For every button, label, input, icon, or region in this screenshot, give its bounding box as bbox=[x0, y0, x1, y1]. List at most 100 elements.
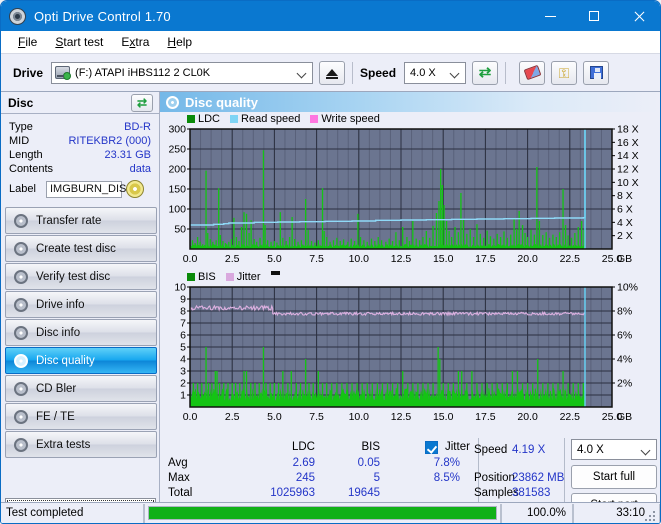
disc-icon bbox=[14, 381, 28, 396]
menu-file[interactable]: File bbox=[9, 33, 46, 51]
close-icon bbox=[633, 11, 644, 22]
disc-info-row-contents: Contents data bbox=[9, 162, 151, 176]
svg-text:0.0: 0.0 bbox=[183, 411, 198, 423]
svg-text:7.5: 7.5 bbox=[309, 411, 324, 423]
speed-select[interactable]: 4.0 X bbox=[404, 61, 467, 84]
svg-text:10: 10 bbox=[174, 283, 186, 294]
drive-select[interactable]: (F:) ATAPI iHBS112 2 CL0K bbox=[51, 61, 314, 84]
stats-row-label-total: Total bbox=[168, 487, 193, 499]
sidebar-item-fe-te[interactable]: FE / TE bbox=[5, 403, 157, 430]
disc-quality-icon bbox=[166, 95, 179, 109]
eject-button[interactable] bbox=[319, 60, 346, 85]
stats-row-label-max: Max bbox=[168, 472, 190, 484]
sidebar-item-create-test-disc[interactable]: Create test disc bbox=[5, 235, 157, 262]
save-button[interactable] bbox=[583, 60, 610, 85]
svg-text:9: 9 bbox=[180, 294, 186, 306]
progress-fill bbox=[149, 507, 496, 519]
disc-section-header: Disc ⇄ bbox=[1, 92, 159, 114]
disc-icon bbox=[14, 325, 28, 340]
speed-label: Speed bbox=[360, 65, 397, 80]
chart-disc-quality-ldc: 50 100 150 200 250 300 2 X4 X6 X 8 X10 X12 X 14 … bbox=[168, 125, 639, 265]
disc-label-key: Label bbox=[9, 183, 36, 195]
content-panel: Disc quality LDC Read speed Write speed … bbox=[159, 92, 660, 523]
position-value: 23862 MB bbox=[512, 472, 565, 484]
disc-icon bbox=[14, 409, 28, 424]
speed-result-value: 4.19 X bbox=[512, 444, 546, 456]
svg-text:8 X: 8 X bbox=[617, 190, 633, 202]
sidebar-item-label: Extra tests bbox=[36, 438, 91, 451]
sidebar-item-label: CD Bler bbox=[36, 382, 77, 395]
sidebar-item-label: Create test disc bbox=[36, 242, 116, 255]
chart-bottom-wrap: 1 2 3 4 5 6 7 8 9 10 2% 4% 6% 8% 10% 0.0 2.5 5.0 7.5 10.0 12… bbox=[160, 283, 660, 425]
svg-text:10 X: 10 X bbox=[617, 177, 639, 189]
resize-grip[interactable] bbox=[645, 509, 657, 521]
close-button[interactable] bbox=[616, 1, 660, 31]
stats-avg-bis: 0.05 bbox=[357, 457, 380, 469]
sidebar-item-disc-info[interactable]: Disc info bbox=[5, 319, 157, 346]
svg-text:7.5: 7.5 bbox=[309, 253, 324, 265]
svg-text:7: 7 bbox=[180, 318, 186, 330]
svg-text:250: 250 bbox=[168, 144, 186, 156]
svg-text:4: 4 bbox=[180, 354, 186, 366]
application-window: Opti Drive Control 1.70 File Start test … bbox=[0, 0, 661, 524]
disc-media-icon[interactable] bbox=[126, 180, 144, 198]
chart-legend-bottom: BIS Jitter bbox=[160, 270, 660, 283]
page-title: Disc quality bbox=[185, 94, 258, 110]
disc-refresh-button[interactable]: ⇄ bbox=[131, 93, 153, 112]
main-body: Disc ⇄ Type BD-R MID RITEKBR2 (000) Leng… bbox=[1, 92, 660, 523]
stats-header-bis: BIS bbox=[361, 441, 380, 453]
sidebar-item-verify-test-disc[interactable]: Verify test disc bbox=[5, 263, 157, 290]
svg-text:17.5: 17.5 bbox=[475, 253, 496, 265]
disc-info-row-length: Length 23.31 GB bbox=[9, 148, 151, 162]
menu-bar: File Start test Extra Help bbox=[1, 31, 660, 54]
speed-select-bottom[interactable]: 4.0 X bbox=[571, 439, 657, 460]
svg-text:300: 300 bbox=[168, 125, 186, 136]
keys-button[interactable]: ⚿ bbox=[551, 60, 578, 85]
refresh-button[interactable]: ⇄ bbox=[472, 60, 499, 85]
svg-text:5: 5 bbox=[180, 342, 186, 354]
panel-header: Disc quality bbox=[160, 92, 660, 112]
svg-text:2.5: 2.5 bbox=[225, 411, 240, 423]
legend-swatch-icon bbox=[187, 114, 195, 123]
svg-text:10.0: 10.0 bbox=[349, 411, 370, 423]
menu-help[interactable]: Help bbox=[158, 33, 201, 51]
sidebar-item-transfer-rate[interactable]: Transfer rate bbox=[5, 207, 157, 234]
legend-swatch-icon bbox=[187, 272, 195, 281]
sidebar-item-disc-quality[interactable]: Disc quality bbox=[5, 347, 157, 374]
disc-label-field[interactable]: IMGBURN_DIS bbox=[46, 180, 126, 198]
stats-total-bis: 19645 bbox=[348, 487, 380, 499]
disc-icon bbox=[14, 297, 28, 312]
start-full-button[interactable]: Start full bbox=[571, 465, 657, 489]
svg-text:16 X: 16 X bbox=[617, 137, 639, 149]
disc-icon bbox=[14, 241, 28, 256]
disc-icon bbox=[14, 437, 28, 452]
disc-icon bbox=[14, 353, 28, 368]
disc-info-value: 23.31 GB bbox=[104, 149, 151, 161]
svg-text:0.0: 0.0 bbox=[183, 253, 198, 265]
svg-text:150: 150 bbox=[168, 184, 186, 196]
stats-max-jitter: 8.5% bbox=[433, 472, 460, 484]
sidebar-item-label: Drive info bbox=[36, 298, 85, 311]
legend-swatch-icon bbox=[225, 272, 234, 281]
toolbar-divider-2 bbox=[505, 61, 507, 84]
svg-text:6 X: 6 X bbox=[617, 204, 633, 216]
svg-text:10%: 10% bbox=[617, 283, 638, 294]
disc-section-title: Disc bbox=[8, 95, 34, 110]
sidebar-item-extra-tests[interactable]: Extra tests bbox=[5, 431, 157, 458]
samples-value: 381583 bbox=[512, 487, 551, 499]
maximize-button[interactable] bbox=[572, 1, 616, 31]
drive-select-value: (F:) ATAPI iHBS112 2 CL0K bbox=[75, 66, 211, 79]
speed-result-label: Speed bbox=[474, 444, 508, 456]
disc-info-key: Contents bbox=[9, 163, 54, 175]
menu-start-test[interactable]: Start test bbox=[46, 33, 112, 51]
erase-button[interactable] bbox=[519, 60, 546, 85]
sidebar-item-drive-info[interactable]: Drive info bbox=[5, 291, 157, 318]
svg-text:2 X: 2 X bbox=[617, 230, 633, 242]
sidebar-item-cd-bler[interactable]: CD Bler bbox=[5, 375, 157, 402]
svg-text:5.0: 5.0 bbox=[267, 411, 282, 423]
svg-text:12 X: 12 X bbox=[617, 164, 639, 176]
menu-extra[interactable]: Extra bbox=[112, 33, 158, 51]
jitter-checkbox[interactable] bbox=[425, 441, 438, 454]
optical-drive-icon bbox=[55, 66, 72, 80]
minimize-button[interactable] bbox=[528, 1, 572, 31]
